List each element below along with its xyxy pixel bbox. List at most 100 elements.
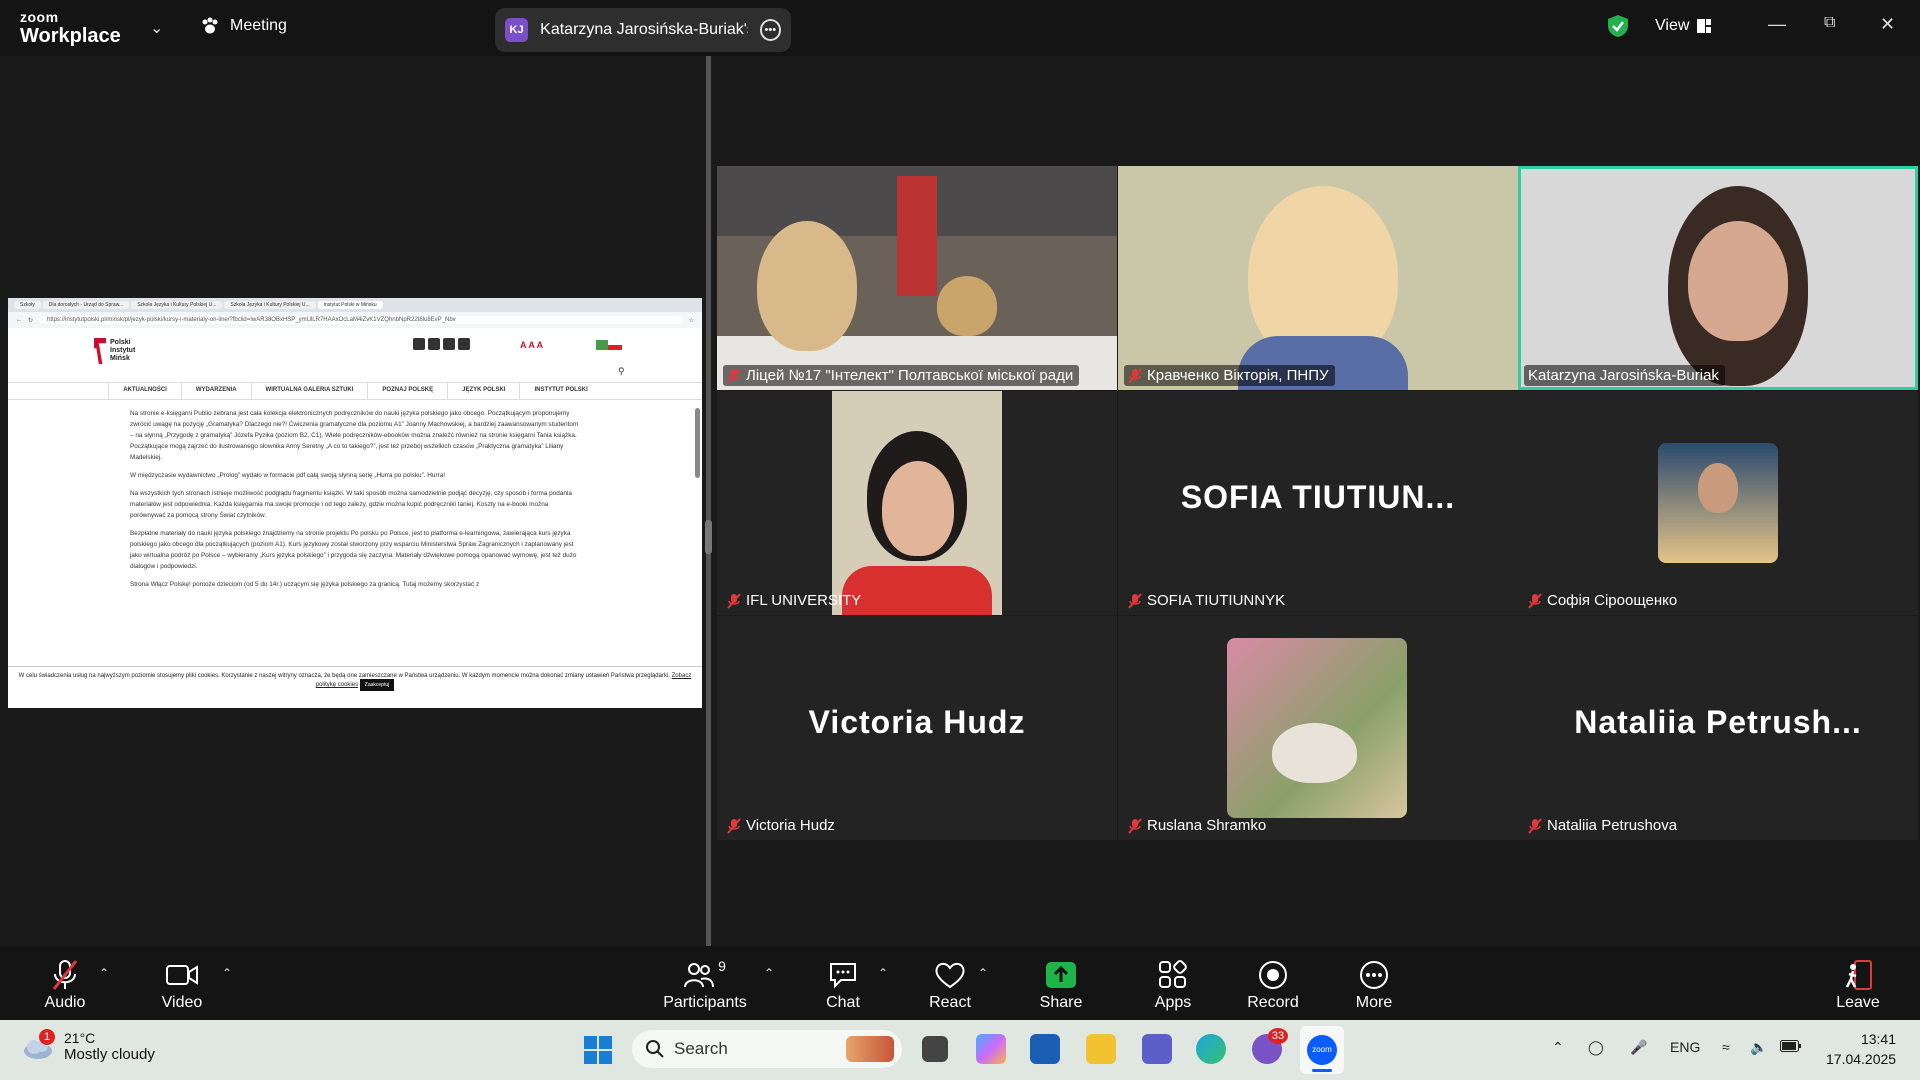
participant-name: Софія Сіроощенко [1547,592,1678,609]
nav-item[interactable]: AKTUALNOŚCI [108,383,181,399]
nav-item[interactable]: POZNAJ POLSKĘ [367,383,447,399]
participant-name: Nataliia Petrushova [1547,817,1678,834]
cookie-text: W celu świadczenia usług na najwyższym p… [18,673,670,679]
screen-share-indicator[interactable]: KJ Katarzyna Jarosińska-Buriak's scre ••… [495,8,791,52]
search-icon[interactable]: ⚲ [618,366,625,377]
battery-icon[interactable] [1780,1039,1802,1055]
font-size-controls[interactable]: A A A [520,340,543,350]
reload-icon[interactable]: ↻ [28,317,33,324]
close-icon[interactable]: ✕ [1880,14,1895,35]
nav-item[interactable]: INSTYTUT POLSKI [519,383,601,399]
participant-name: Victoria Hudz [746,817,835,834]
video-tile-active-speaker[interactable]: Katarzyna Jarosińska-Buriak [1518,166,1918,390]
show-hidden-icons-chevron-icon[interactable]: ⌃ [1552,1039,1564,1056]
minimize-icon[interactable]: — [1768,14,1786,35]
video-tile[interactable]: Софія Сіроощенко [1518,391,1918,615]
task-view-icon[interactable] [922,1036,948,1062]
twitter-icon[interactable] [428,338,440,350]
video-button[interactable]: Video [132,958,232,1012]
participant-display-name: Victoria Hudz [808,704,1026,740]
vimeo-icon[interactable] [458,338,470,350]
view-menu[interactable]: View [1655,17,1712,35]
mic-muted-icon [1128,817,1142,834]
meeting-menu[interactable]: Meeting [200,16,287,36]
leave-button[interactable]: Leave [1808,958,1908,1012]
taskbar-search[interactable]: Search [632,1030,902,1068]
start-button[interactable] [584,1036,612,1064]
browser-scrollbar[interactable] [695,408,700,478]
store-icon[interactable] [1030,1034,1060,1064]
chat-options-chevron-icon[interactable]: ⌃ [878,966,888,980]
participant-name-tag: Nataliia Petrushova [1524,815,1683,836]
shield-check-icon[interactable] [1607,14,1629,38]
copilot-icon[interactable] [976,1034,1006,1064]
hedgehog [1272,723,1357,783]
mic-muted-icon [727,367,741,384]
nav-item[interactable]: WIRTUALNA GALERIA SZTUKI [250,383,368,399]
browser-tab[interactable]: Szkoły [14,301,41,309]
wifi-icon[interactable]: ≈ [1722,1039,1730,1055]
video-tile[interactable]: IFL UNIVERSITY [717,391,1117,615]
participants-options-chevron-icon[interactable]: ⌃ [764,966,774,980]
mic-muted-icon [727,592,741,609]
split-divider[interactable] [706,56,711,946]
participant-figure [757,221,857,351]
microphone-icon[interactable]: 🎤 [1630,1039,1647,1056]
video-tile[interactable]: Nataliia Petrush... Nataliia Petrushova [1518,616,1918,840]
divider-handle[interactable] [705,520,712,554]
paw-icon [202,17,218,34]
weather-condition: Mostly cloudy [64,1046,155,1063]
teams-icon[interactable] [1142,1034,1172,1064]
video-tile[interactable]: Victoria Hudz Victoria Hudz [717,616,1117,840]
browser-tab[interactable]: Instytut Polski w Mińsku [317,301,383,309]
participant-name: SOFIA TIUTIUNNYK [1147,592,1286,609]
network-offline-icon[interactable]: ◯ [1588,1039,1604,1056]
instytut-polski-logo[interactable]: Polski Instytut Mińsk [94,338,135,364]
video-tile[interactable]: SOFIA TIUTIUN... SOFIA TIUTIUNNYK [1118,391,1518,615]
participant-name-tag: Katarzyna Jarosińska-Buriak [1524,365,1725,386]
browser-tab[interactable]: Szkoła Języka i Kultury Polskiej U... [131,301,223,309]
video-tile[interactable]: Кравченко Вікторія, ПНПУ [1118,166,1518,390]
file-explorer-icon[interactable] [1086,1034,1116,1064]
chevron-down-icon[interactable]: ⌄ [150,18,163,38]
restore-icon[interactable]: ⧉ [1824,14,1835,32]
social-icons [413,338,470,350]
video-tile[interactable]: Ліцей №17 "Інтелект" Полтавської міської… [717,166,1117,390]
react-options-chevron-icon[interactable]: ⌃ [978,966,988,980]
edge-icon[interactable] [1196,1034,1226,1064]
profile-picture [1658,443,1778,563]
record-button[interactable]: Record [1223,958,1323,1012]
more-options-icon[interactable]: ••• [759,19,781,41]
video-options-chevron-icon[interactable]: ⌃ [222,966,232,980]
browser-tab[interactable]: Szkoła Języka i Kultury Polskiej U... [224,301,316,309]
profile-picture [1227,638,1407,818]
facebook-icon[interactable] [413,338,425,350]
language-flags[interactable] [596,340,622,350]
nav-item[interactable]: WYDARZENIA [180,383,251,399]
url-field[interactable]: https://instytutpolski.pl/minsk/pl/jezyk… [39,316,683,324]
accept-cookies-button[interactable]: Zaakceptuj [359,679,395,691]
meeting-label: Meeting [230,17,287,34]
participants-count: 9 [718,958,726,974]
youtube-icon[interactable] [443,338,455,350]
article-paragraph: Strona Włącz Polskę! pomoże dzieciom (od… [130,581,480,588]
leave-icon [1845,960,1872,990]
star-icon[interactable]: ☆ [689,317,694,324]
participant-name-tag: Ruslana Shramko [1124,815,1272,836]
participant-name-tag: SOFIA TIUTIUNNYK [1124,590,1291,611]
browser-tab[interactable]: Dla dorosłych - Urząd do Spraw... [42,301,130,309]
share-button[interactable]: Share [1011,958,1111,1012]
participants-button[interactable]: 9 Participants [655,958,755,1012]
back-icon[interactable]: ← [16,317,22,323]
heart-icon [935,962,965,989]
nav-item[interactable]: JĘZYK POLSKI [447,383,519,399]
apps-button[interactable]: Apps [1123,958,1223,1012]
system-clock[interactable]: 13:41 17.04.2025 [1826,1029,1896,1069]
input-language[interactable]: ENG [1670,1039,1700,1055]
zoom-app-active[interactable]: zoom [1300,1026,1344,1074]
video-tile[interactable]: Ruslana Shramko [1118,616,1518,840]
audio-options-chevron-icon[interactable]: ⌃ [99,966,109,980]
volume-icon[interactable]: 🔈 [1750,1039,1767,1056]
more-button[interactable]: More [1324,958,1424,1012]
logo-brand-top: zoom [20,9,59,25]
